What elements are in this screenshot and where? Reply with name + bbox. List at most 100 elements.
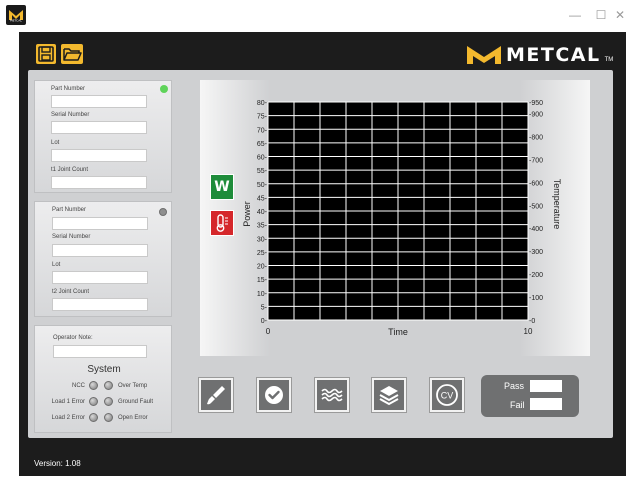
brand-logo: METCAL TM [466,43,614,67]
joint-count-input[interactable] [51,176,147,189]
lot-label: Lot [51,140,60,146]
serial-number-input[interactable] [52,244,148,257]
pass-fail-box: Pass Fail [481,375,579,417]
thermometer-icon [216,214,228,232]
y2-tick-label: -800 [529,134,543,141]
lot-label: Lot [52,262,61,268]
y-tick-label: 20- [257,264,268,271]
maximize-button[interactable]: ☐ [592,6,610,24]
waves-button[interactable] [315,378,349,412]
serial-number-label: Serial Number [52,234,91,240]
y-tick-label: 40- [257,209,268,216]
check-icon [265,386,283,404]
y2-tick-label: -100 [529,295,543,302]
brand-name: METCAL [506,44,601,66]
y-tick-label: 25- [257,250,268,257]
tool2-panel: Part Number Serial Number Lot t2 Joint C… [34,201,172,317]
y2-tick-label: -600 [529,180,543,187]
y2-tick-label: -300 [529,249,543,256]
y2-tick-label: -900 [529,111,543,118]
joint-count-input[interactable] [52,298,148,311]
load1-error-indicator [89,397,98,406]
x-axis-label: Time [388,327,408,337]
tool1-panel: Part Number Serial Number Lot t1 Joint C… [34,80,172,193]
close-button[interactable]: ✕ [614,6,626,24]
open-error-label: Open Error [118,415,148,421]
cv-icon: CV [436,384,458,406]
y-tick-label: 15- [257,277,268,284]
y-axis-label: Power [242,201,252,227]
layers-icon [379,386,399,406]
brush-button[interactable] [199,378,233,412]
y-tick-label: 65- [257,141,268,148]
part-number-input[interactable] [52,217,148,230]
y-tick-label: 10- [257,291,268,298]
brush-icon [207,386,225,405]
app-logo-icon: METCAL [6,5,26,25]
folder-open-icon [63,48,82,61]
ground-fault-label: Ground Fault [118,399,154,405]
over-temp-indicator [104,381,113,390]
ncc-label: NCC [72,383,85,389]
y-tick-label: 50- [257,182,268,189]
load2-error-label: Load 2 Error [51,415,85,421]
operator-note-label: Operator Note: [53,335,93,341]
joint-count-label: t1 Joint Count [51,167,89,173]
y2-tick-label: -500 [529,203,543,210]
y2-axis-label: Temperature [552,179,562,230]
y2-tick-label: -400 [529,226,543,233]
status-bar [19,448,626,476]
y-tick-label: 5- [261,304,268,311]
x-tick-label: 10 [524,327,533,336]
part-number-label: Part Number [51,86,86,92]
open-error-indicator [104,413,113,422]
ncc-indicator [89,381,98,390]
open-folder-button[interactable] [61,44,83,64]
ground-fault-indicator [104,397,113,406]
power-w-icon: W [214,179,230,195]
tool1-status-led [160,85,168,93]
pass-count-field [530,380,562,392]
cv-button[interactable]: CV [430,378,464,412]
save-icon [38,46,54,62]
fail-label: Fail [510,400,525,410]
load1-error-label: Load 1 Error [51,399,85,405]
tool2-status-led [159,208,167,216]
brand-trademark: TM [604,57,614,63]
title-bar [0,0,626,30]
over-temp-label: Over Temp [118,383,148,389]
lot-input[interactable] [51,149,147,162]
pass-label: Pass [504,381,525,391]
cv-text: CV [441,391,454,401]
system-panel: Operator Note: System NCC Over Temp Load… [34,325,172,433]
check-button[interactable] [257,378,291,412]
y-tick-label: 30- [257,236,268,243]
metcal-m-logo-icon [467,46,501,64]
y-tick-label: 60- [257,155,268,162]
x-tick-label: 0 [266,327,271,336]
joint-count-label: t2 Joint Count [52,289,90,295]
load2-error-indicator [89,413,98,422]
system-title: System [87,364,121,375]
y2-tick-label: -950 [529,100,543,107]
y-tick-label: 70- [257,127,268,134]
svg-text:METCAL: METCAL [10,19,22,23]
minimize-button[interactable]: — [566,6,584,24]
save-button[interactable] [36,44,56,64]
y-tick-label: 35- [257,223,268,230]
power-temperature-chart: 0- 5- 10- 15- 20- 25- 30- 35- 40- 45- 50- 55- 60- 65-… [242,100,562,337]
y-tick-label: 45- [257,195,268,202]
operator-note-input[interactable] [53,345,147,358]
serial-number-input[interactable] [51,121,147,134]
part-number-label: Part Number [52,207,87,213]
lot-input[interactable] [52,271,148,284]
y-tick-label: 0- [261,318,268,325]
version-label: Version: 1.08 [34,459,81,468]
waves-icon [321,388,343,402]
layers-button[interactable] [372,378,406,412]
y-tick-label: 80- [257,100,268,107]
serial-number-label: Serial Number [51,112,90,118]
y-tick-label: 55- [257,168,268,175]
part-number-input[interactable] [51,95,147,108]
temperature-indicator [210,210,234,236]
